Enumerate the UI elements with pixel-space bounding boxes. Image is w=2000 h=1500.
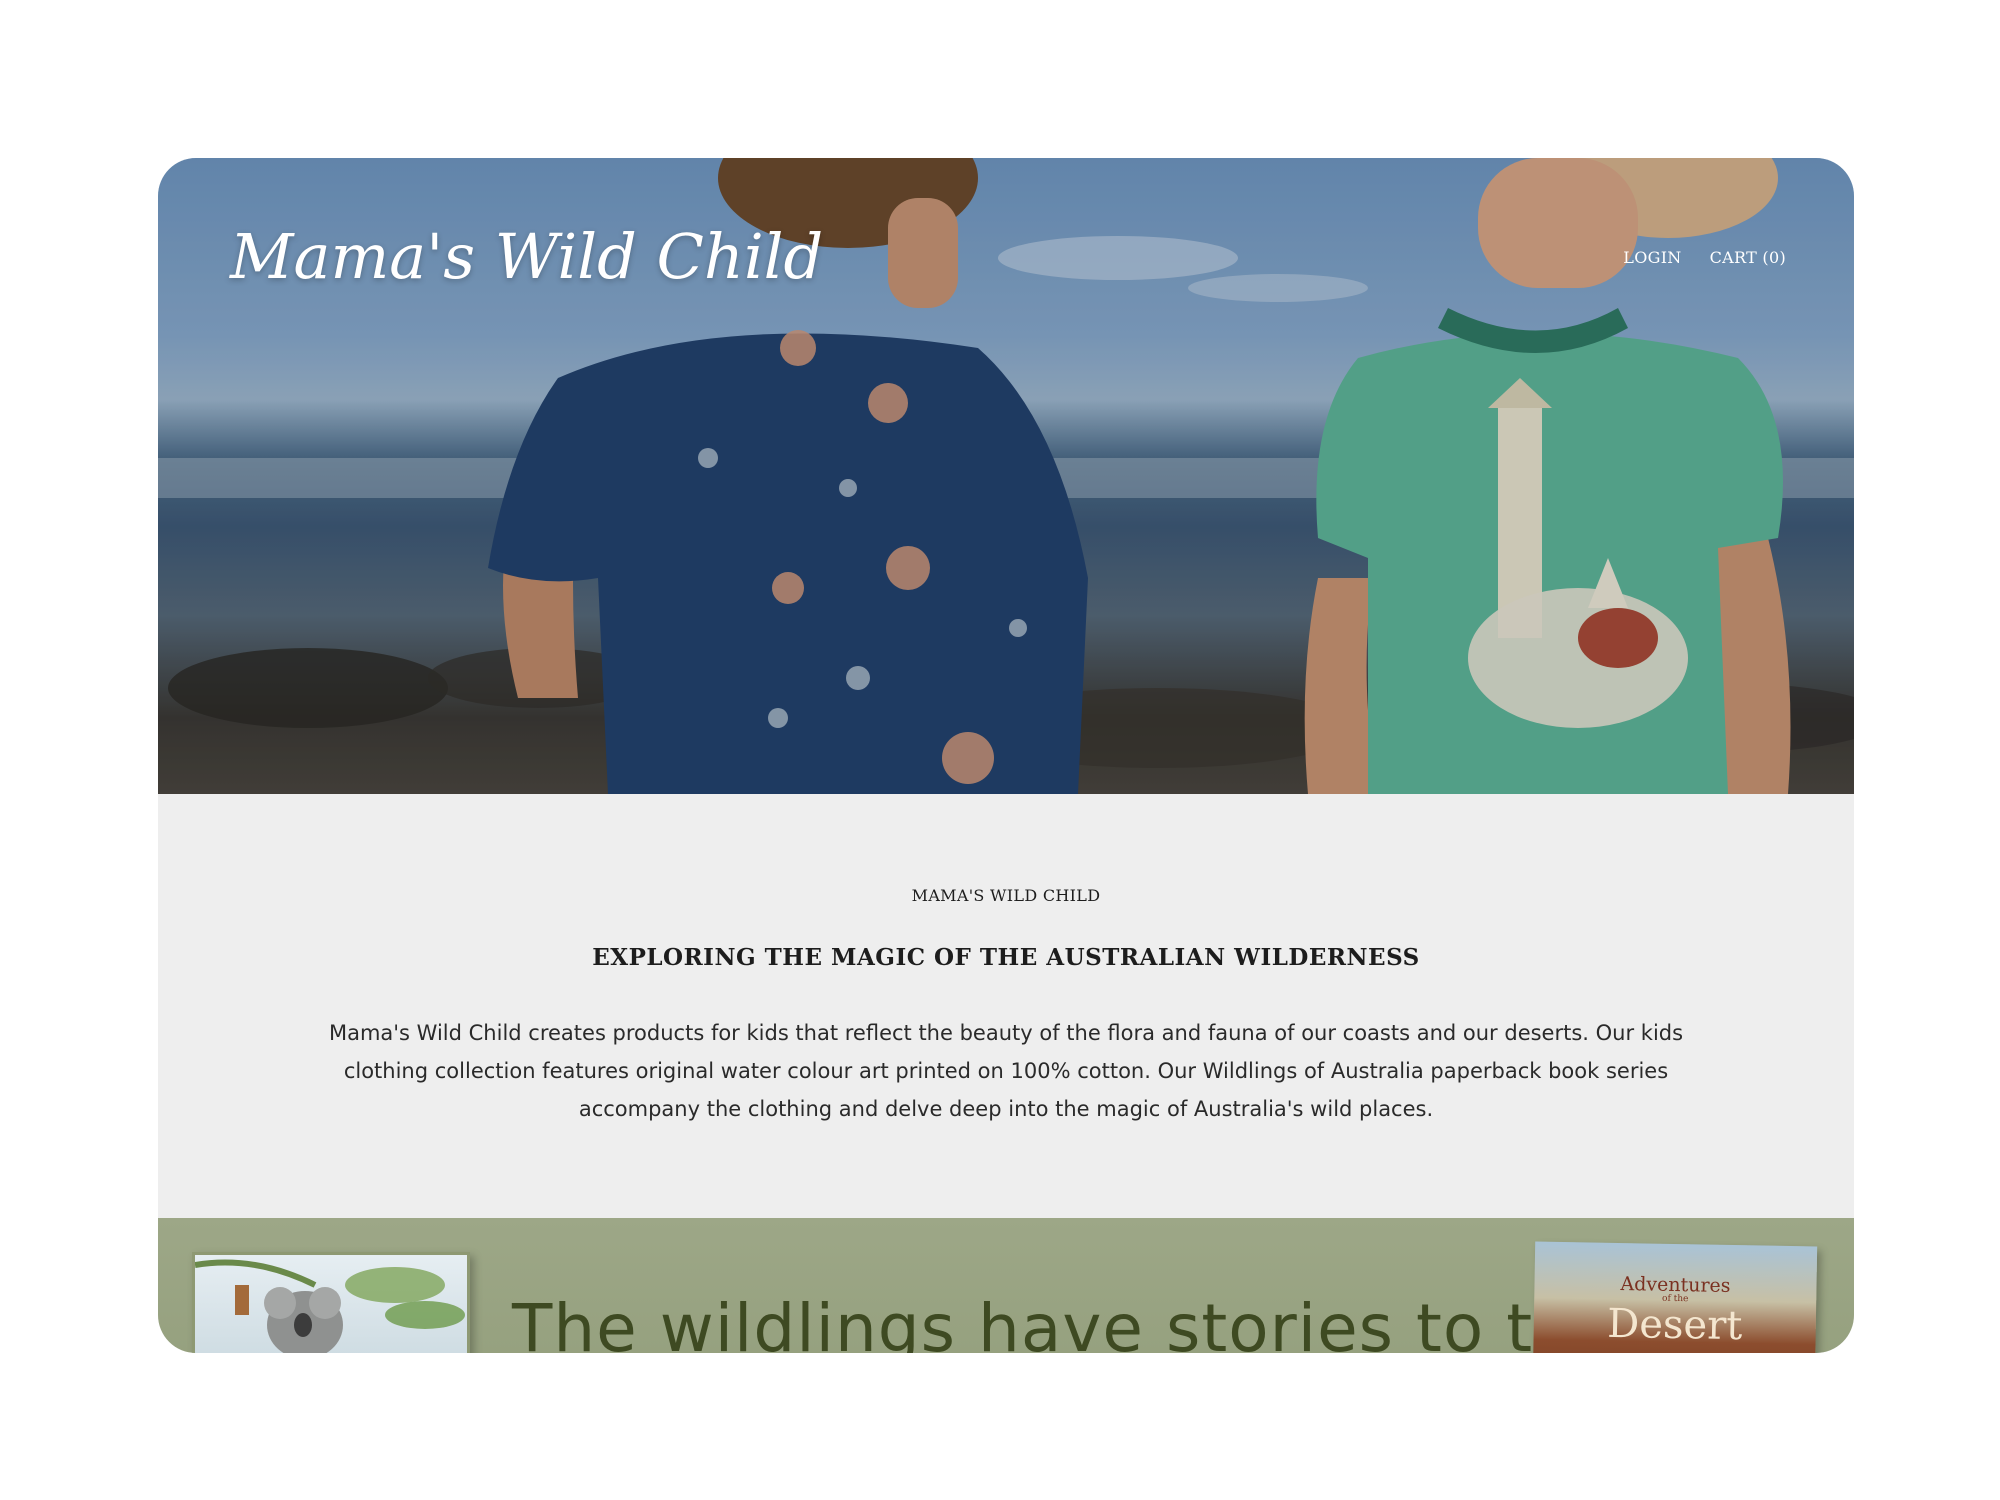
wildlings-banner[interactable]: The wildlings have stories to tell. Adve… [158,1218,1854,1353]
desert-book-cover[interactable]: Adventures of the Desert [1532,1241,1818,1353]
cart-link[interactable]: CART (0) [1710,248,1786,267]
koala-book-cover[interactable] [192,1252,470,1353]
section-headline: EXPLORING THE MAGIC OF THE AUSTRALIAN WI… [592,944,1420,971]
book-title-line3: Desert [1606,1300,1743,1350]
page-frame: Mama's Wild Child LOGIN CART (0) MAMA'S … [158,158,1854,1353]
section-eyebrow: MAMA'S WILD CHILD [911,886,1101,905]
login-link[interactable]: LOGIN [1623,248,1681,267]
top-nav: LOGIN CART (0) [1623,248,1786,267]
koala-illustration [194,1259,465,1353]
site-logo[interactable]: Mama's Wild Child [230,220,823,293]
hero-banner: Mama's Wild Child LOGIN CART (0) [158,158,1854,794]
intro-section: MAMA'S WILD CHILD EXPLORING THE MAGIC OF… [158,794,1854,1218]
intro-paragraph: Mama's Wild Child creates products for k… [328,1021,1684,1121]
banner-tagline: The wildlings have stories to tell. [512,1290,1636,1353]
